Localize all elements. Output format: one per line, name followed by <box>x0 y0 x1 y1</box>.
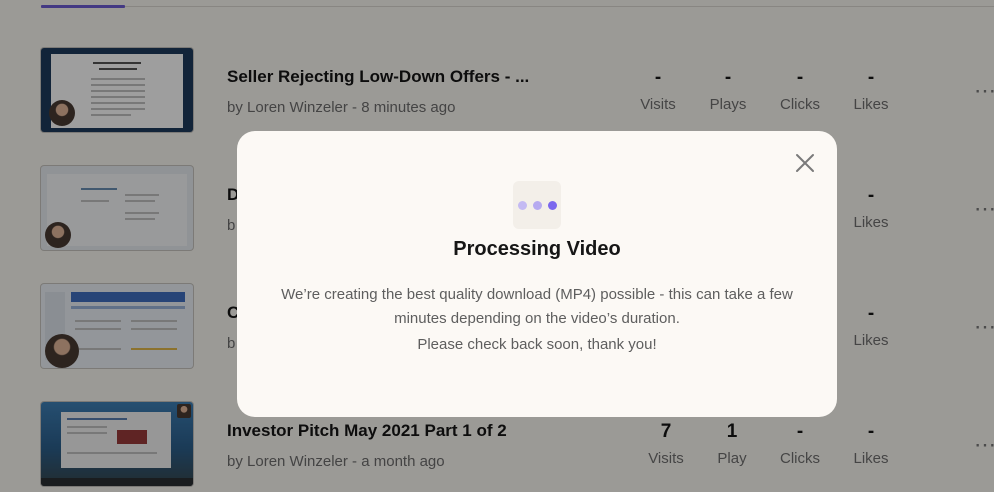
close-icon[interactable] <box>793 151 817 175</box>
modal-title: Processing Video <box>453 238 621 260</box>
modal-note: Please check back soon, thank you! <box>417 336 657 353</box>
modal-description: We’re creating the best quality download… <box>281 286 793 327</box>
three-dots-loader-icon <box>513 181 561 229</box>
processing-video-modal: Processing Video We’re creating the best… <box>237 131 837 417</box>
